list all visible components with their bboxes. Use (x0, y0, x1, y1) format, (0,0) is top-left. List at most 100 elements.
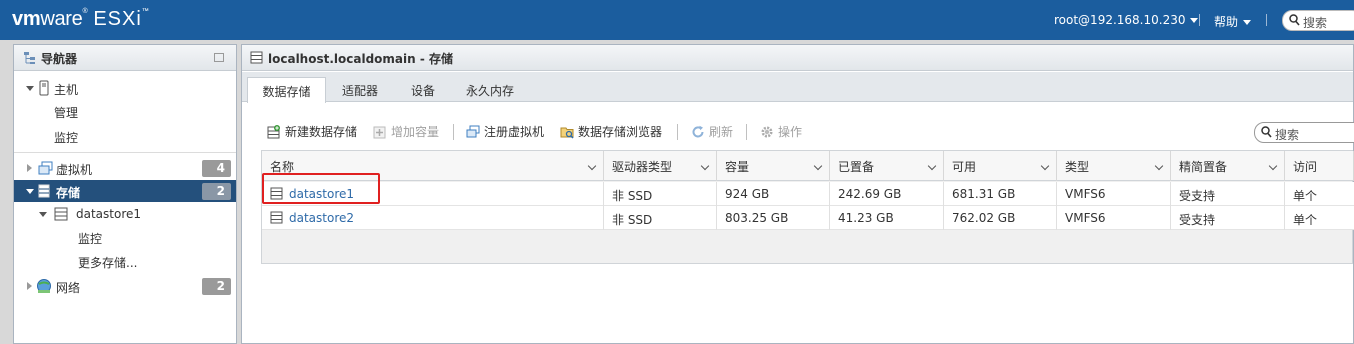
nav-item-storage[interactable]: 存储 2 (14, 180, 236, 202)
content-panel: localhost.localdomain - 存储 数据存储 适配器 设备 永… (241, 44, 1354, 344)
nav-item-host-manage[interactable]: 管理 (14, 100, 236, 122)
tab-devices[interactable]: 设备 (402, 77, 444, 102)
global-search-input[interactable]: 搜索 (1282, 10, 1354, 31)
chevron-down-icon (1190, 18, 1199, 23)
expand-arrow-icon[interactable] (39, 212, 47, 217)
button-label: 数据存储浏览器 (578, 125, 663, 139)
nav-item-vms[interactable]: 虚拟机 4 (14, 157, 236, 179)
column-label: 访问 (1293, 160, 1318, 174)
column-label: 驱动器类型 (612, 160, 673, 174)
cell-capacity: 803.25 GB (717, 206, 830, 230)
cell-thin-provisioning: 受支持 (1171, 206, 1285, 230)
new-datastore-button[interactable]: 新建数据存储 (267, 123, 357, 140)
datastore-browser-icon (560, 127, 574, 139)
divider (453, 124, 454, 140)
datastore-link[interactable]: datastore2 (289, 211, 354, 225)
register-vm-icon (466, 125, 480, 138)
chevron-down-icon[interactable] (927, 161, 937, 171)
column-header-type[interactable]: 类型 (1057, 151, 1171, 181)
chevron-down-icon[interactable] (1268, 161, 1278, 171)
chevron-down-icon[interactable] (700, 161, 710, 171)
increase-capacity-icon (373, 126, 386, 139)
cell-provisioned: 41.23 GB (830, 206, 944, 230)
nav-item-label: 存储 (56, 186, 81, 200)
actions-button[interactable]: 操作 (760, 123, 802, 140)
column-header-drive-type[interactable]: 驱动器类型 (604, 151, 717, 181)
expand-arrow-icon[interactable] (27, 164, 32, 172)
column-label: 容量 (725, 160, 750, 174)
cell-provisioned: 242.69 GB (830, 182, 944, 206)
chevron-down-icon[interactable] (813, 161, 823, 171)
column-header-free[interactable]: 可用 (944, 151, 1057, 181)
nav-item-datastore-monitor[interactable]: 监控 (14, 226, 236, 248)
nav-item-label: 管理 (54, 106, 79, 120)
button-label: 操作 (778, 125, 803, 139)
expand-arrow-icon[interactable] (26, 86, 34, 91)
refresh-button[interactable]: 刷新 (691, 123, 733, 140)
count-badge: 2 (202, 278, 231, 295)
logo-ware: ware (40, 8, 83, 30)
column-header-capacity[interactable]: 容量 (717, 151, 830, 181)
count-badge: 4 (202, 160, 231, 177)
nav-item-host-monitor[interactable]: 监控 (14, 125, 236, 147)
datastore-search-input[interactable]: 搜索 (1254, 122, 1354, 143)
divider (14, 152, 236, 153)
cell-free: 762.02 GB (944, 206, 1057, 230)
tab-datastores[interactable]: 数据存储 (247, 77, 326, 103)
storage-icon (250, 51, 263, 64)
nav-item-label: datastore1 (76, 207, 142, 221)
column-header-thin-provisioning[interactable]: 精简置备 (1171, 151, 1285, 181)
column-header-name[interactable]: 名称 (262, 151, 604, 181)
cell-type: VMFS6 (1057, 182, 1171, 206)
virtual-machine-icon (38, 161, 53, 175)
chevron-down-icon[interactable] (587, 161, 597, 171)
user-menu[interactable]: root@192.168.10.230 (1054, 13, 1199, 27)
table-row[interactable]: datastore2 非 SSD 803.25 GB 41.23 GB 762.… (262, 206, 1354, 230)
navigator-header: 导航器 (14, 45, 236, 71)
cell-thin-provisioning: 受支持 (1171, 182, 1285, 206)
datastore-table: 名称 驱动器类型 容量 已置备 可用 类型 精简置备 访问 datastore1… (261, 150, 1354, 264)
button-label: 注册虚拟机 (484, 125, 545, 139)
nav-item-network[interactable]: 网络 2 (14, 275, 236, 297)
divider (1266, 14, 1267, 26)
cell-access: 单个 (1293, 213, 1318, 227)
datastore-browser-button[interactable]: 数据存储浏览器 (560, 123, 662, 140)
nav-item-datastore1[interactable]: datastore1 (14, 203, 236, 225)
navigator-icon (24, 52, 35, 64)
nav-item-label: 更多存储... (78, 256, 138, 270)
navigator-panel: 导航器 主机 管理 监控 虚拟机 4 存储 2 datastore1 监控 更多… (13, 44, 237, 344)
column-header-access[interactable]: 访问 (1285, 151, 1354, 181)
expand-arrow-icon[interactable] (27, 282, 32, 290)
cell-type: VMFS6 (1057, 206, 1171, 230)
expand-arrow-icon[interactable] (26, 189, 34, 194)
nav-item-label: 主机 (54, 83, 79, 97)
column-label: 可用 (952, 160, 977, 174)
refresh-icon (692, 125, 704, 138)
collapse-panel-icon[interactable] (214, 53, 224, 62)
nav-item-more-storage[interactable]: 更多存储... (14, 250, 236, 272)
datastore-link[interactable]: datastore1 (289, 187, 354, 201)
cell-drive-type: 非 SSD (604, 182, 717, 206)
vmware-esxi-logo: vmware® ESXi™ (12, 8, 149, 30)
datastore-icon (54, 207, 68, 221)
table-header: 名称 驱动器类型 容量 已置备 可用 类型 精简置备 访问 (262, 151, 1354, 181)
cell-name: datastore1 (262, 182, 604, 206)
nav-item-host[interactable]: 主机 (14, 77, 236, 99)
column-header-provisioned[interactable]: 已置备 (830, 151, 944, 181)
toolbar: 新建数据存储 增加容量 注册虚拟机 数据存储浏览器 刷新 操作 (242, 120, 1353, 144)
register-vm-button[interactable]: 注册虚拟机 (466, 123, 544, 140)
nav-item-label: 虚拟机 (56, 163, 93, 177)
search-icon (1289, 14, 1300, 26)
chevron-down-icon[interactable] (1040, 161, 1050, 171)
divider (677, 124, 678, 140)
column-label: 类型 (1065, 160, 1090, 174)
nav-item-label: 网络 (56, 281, 81, 295)
chevron-down-icon[interactable] (1154, 161, 1164, 171)
increase-capacity-button[interactable]: 增加容量 (373, 123, 439, 140)
tab-persistent-memory[interactable]: 永久内存 (462, 77, 518, 102)
help-menu[interactable]: 帮助 (1214, 13, 1252, 30)
network-icon (37, 279, 51, 293)
table-row[interactable]: datastore1 非 SSD 924 GB 242.69 GB 681.31… (262, 182, 1354, 206)
top-bar: vmware® ESXi™ root@192.168.10.230 帮助 搜索 (0, 0, 1354, 40)
tab-adapters[interactable]: 适配器 (332, 77, 388, 102)
